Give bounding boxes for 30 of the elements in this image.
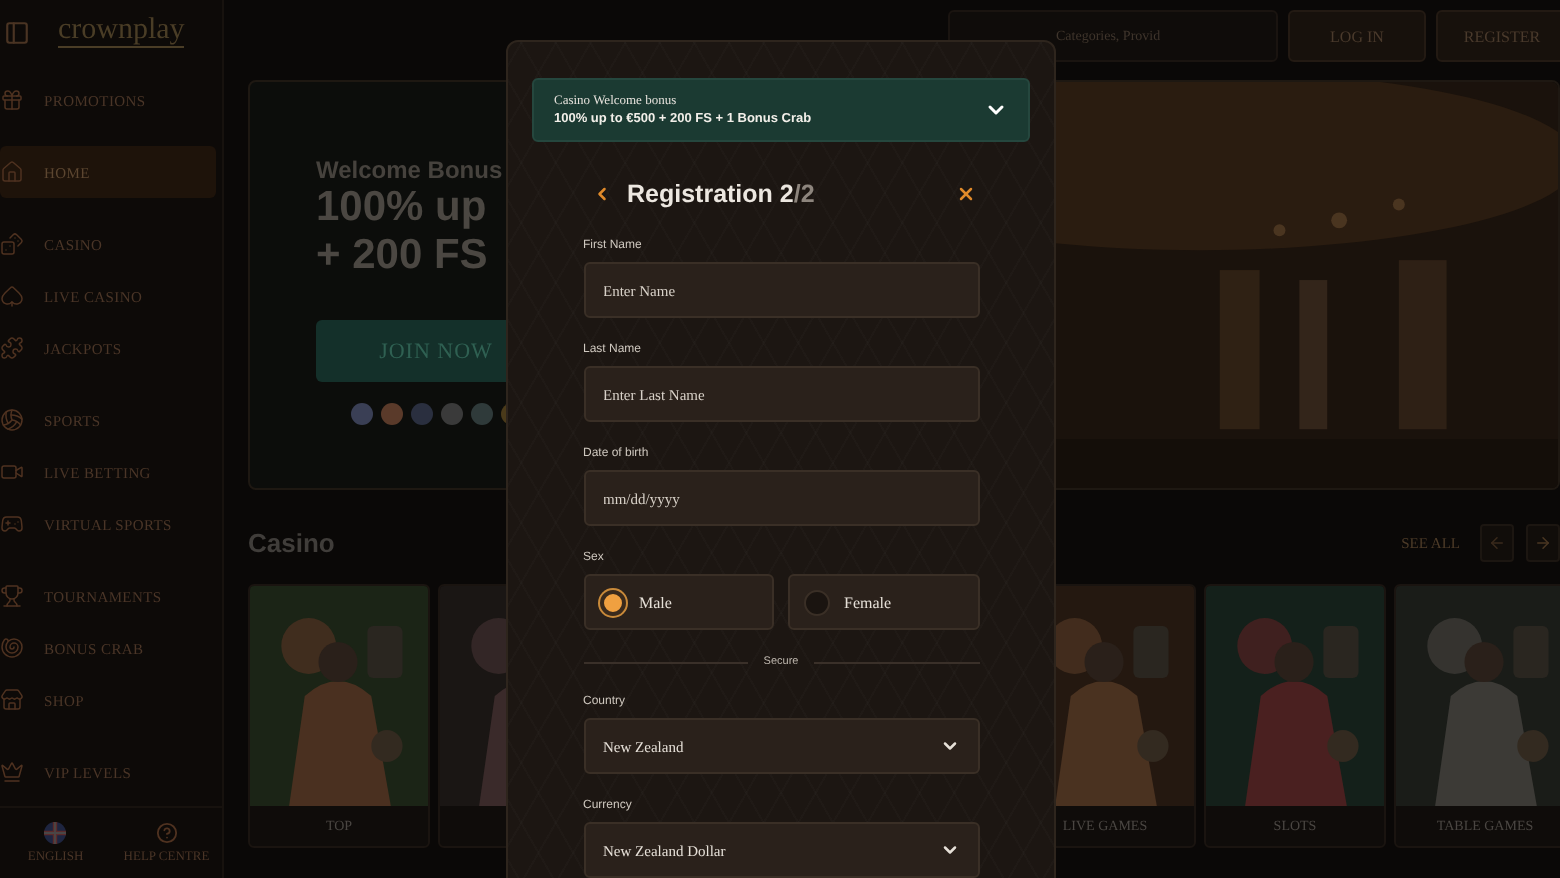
arrow-right-icon <box>1534 533 1552 551</box>
radio-option[interactable]: Female <box>788 574 979 630</box>
puzzle-icon <box>0 336 24 360</box>
house-icon <box>0 160 24 184</box>
trophy-icon <box>0 584 24 608</box>
gamepad-icon <box>0 512 24 536</box>
arrow-left-icon <box>1488 533 1506 551</box>
dice-icon <box>0 232 24 256</box>
chevron-icon <box>939 840 959 860</box>
dialog-title: Registration 2 <box>627 180 794 208</box>
ball-icon <box>0 408 24 432</box>
video-icon <box>0 460 24 484</box>
chevron-icon <box>939 736 959 756</box>
hero-eyebrow: Welcome Bonus <box>316 156 503 184</box>
previous-button[interactable] <box>1480 523 1514 561</box>
step-total: /2 <box>793 180 815 208</box>
spade-icon <box>0 284 24 308</box>
logo[interactable]: crownplay <box>58 16 185 48</box>
hero-headline: 100% up <box>316 184 487 232</box>
close-button[interactable] <box>955 184 975 204</box>
crown-icon <box>0 760 24 784</box>
flag-icon <box>44 822 67 844</box>
hero-headline: + 200 FS <box>316 232 488 280</box>
sidebar-toggle-icon[interactable] <box>4 19 30 45</box>
next-button[interactable] <box>1526 523 1560 561</box>
shell-icon <box>0 636 24 660</box>
gift-icon <box>0 88 24 112</box>
radio-option[interactable]: Male <box>583 574 774 630</box>
help-icon <box>155 822 178 844</box>
store-icon <box>0 688 24 712</box>
